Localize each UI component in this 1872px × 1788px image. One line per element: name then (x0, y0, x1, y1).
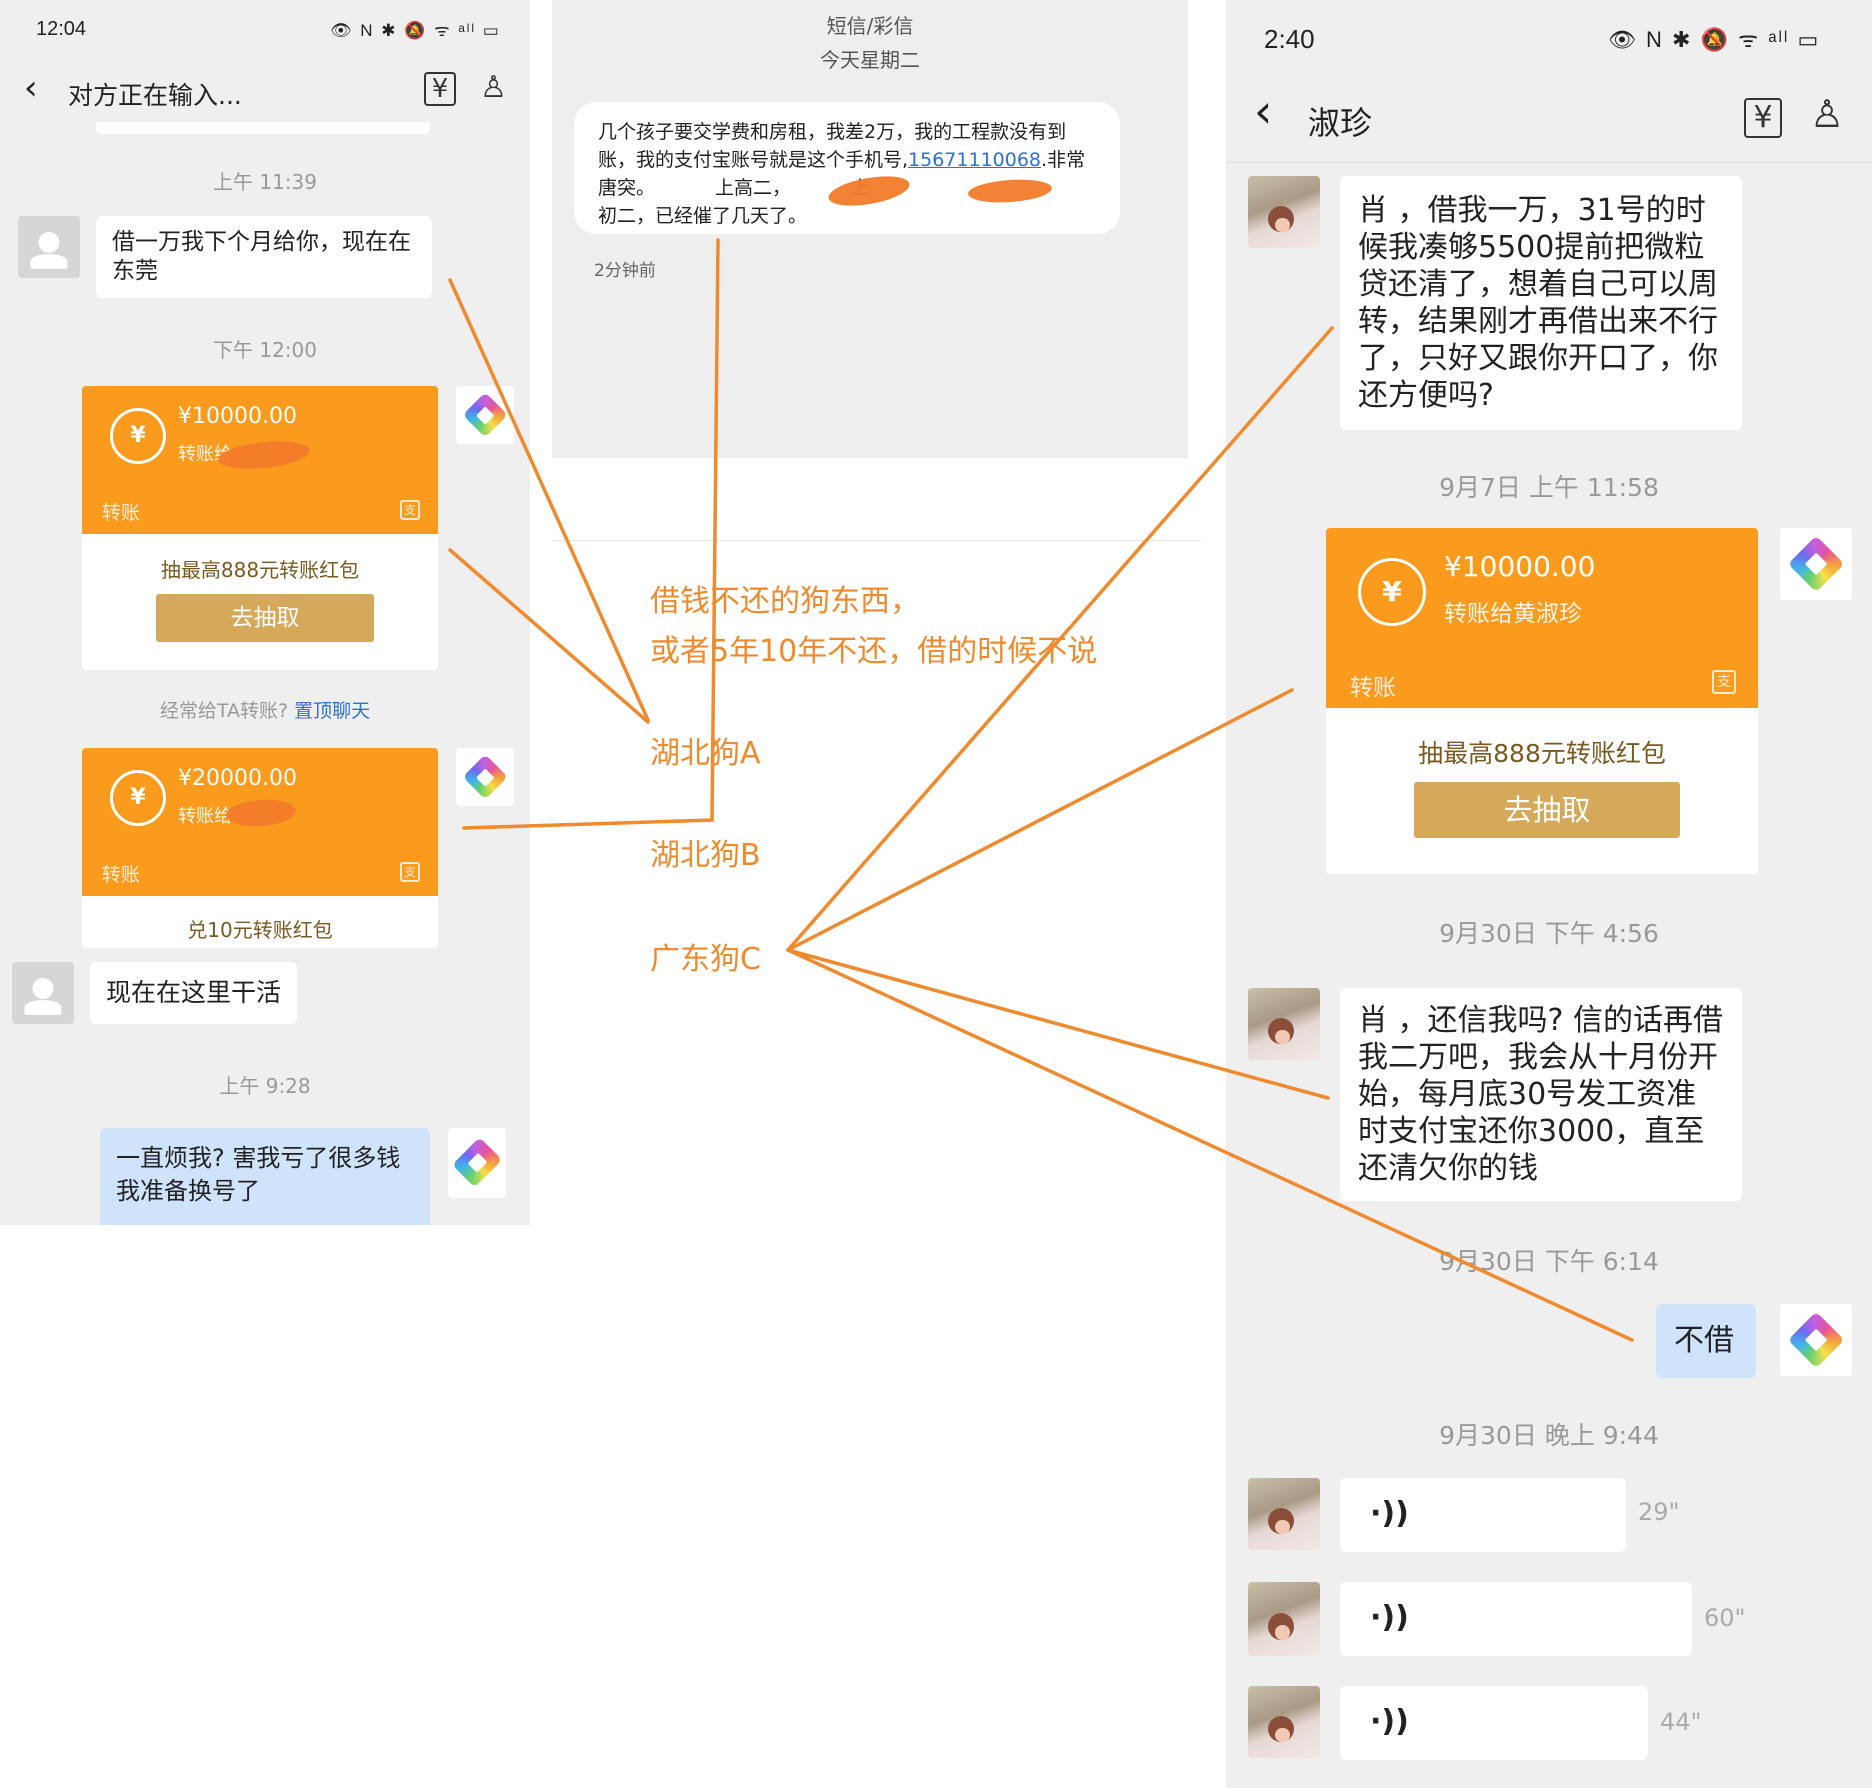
label-dog-b: 湖北狗B (650, 838, 761, 873)
annotation-line (786, 948, 1634, 1342)
label-dog-c: 广东狗C (650, 942, 761, 977)
annotation-line (448, 278, 650, 722)
annotation-lines (448, 238, 1634, 1342)
annotation-text: 借钱不还的狗东西， (650, 584, 920, 619)
annotation-line (448, 548, 650, 724)
annotation-text: 或者5年10年不还，借的时候不说 (650, 634, 1098, 669)
label-dog-a: 湖北狗A (650, 736, 761, 771)
annotation-line (786, 688, 1294, 952)
